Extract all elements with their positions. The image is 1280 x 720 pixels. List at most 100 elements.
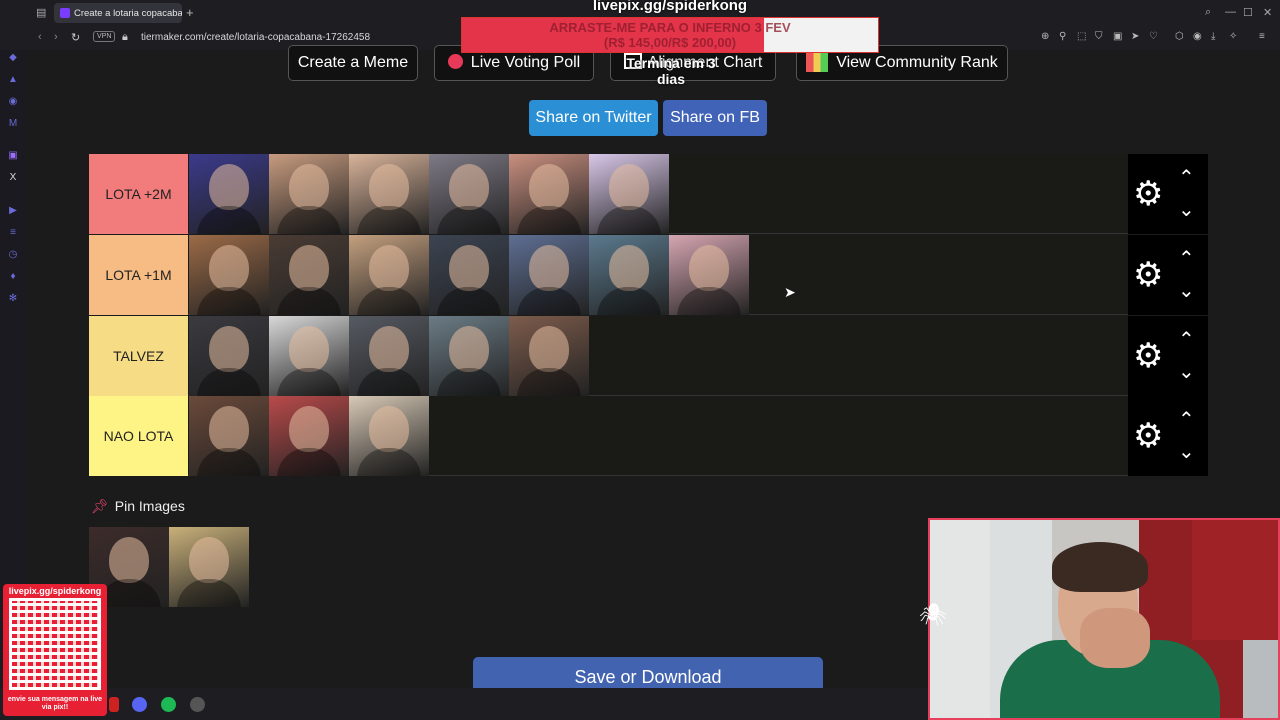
- sidebar-x-icon[interactable]: X: [7, 172, 19, 184]
- qr-code-icon: [9, 598, 101, 690]
- discord-icon[interactable]: [132, 697, 147, 712]
- tier-item-image[interactable]: [509, 235, 589, 315]
- chevron-down-icon[interactable]: ⌄: [1178, 281, 1195, 301]
- create-meme-button[interactable]: Create a Meme: [288, 45, 418, 81]
- gear-icon[interactable]: ⚙: [1133, 419, 1163, 453]
- lock-icon: 🔒︎: [122, 31, 128, 43]
- tier-item-image[interactable]: [189, 154, 269, 234]
- reload-icon[interactable]: ↻: [71, 31, 80, 44]
- goal-countdown: Termina em 3 dias: [626, 55, 716, 87]
- minimize-icon[interactable]: —: [1225, 6, 1236, 18]
- tier-item-image[interactable]: [349, 396, 429, 476]
- sidebar-player-icon[interactable]: ▶: [7, 205, 19, 217]
- tier-item-image[interactable]: [509, 154, 589, 234]
- zoom-icon[interactable]: ⊕: [1041, 31, 1049, 42]
- tier-controls: ⚙ ⌃ ⌄: [1128, 316, 1208, 396]
- vpn-badge[interactable]: VPN: [93, 31, 116, 42]
- ai-icon[interactable]: ✧: [1229, 31, 1237, 42]
- chevron-up-icon[interactable]: ⌃: [1178, 330, 1195, 350]
- tier-row: NAO LOTA ⚙ ⌃ ⌄: [89, 396, 1208, 476]
- tier-item-image[interactable]: [189, 396, 269, 476]
- chevron-up-icon[interactable]: ⌃: [1178, 168, 1195, 188]
- tier-items: [189, 154, 669, 234]
- chevron-down-icon[interactable]: ⌄: [1178, 442, 1195, 462]
- tier-item-image[interactable]: [589, 235, 669, 315]
- chevron-up-icon[interactable]: ⌃: [1178, 410, 1195, 430]
- search-icon[interactable]: ⌕: [1205, 6, 1211, 19]
- tier-item-image[interactable]: [349, 235, 429, 315]
- sidebar-bag-icon[interactable]: ▲: [7, 74, 19, 86]
- heart-icon[interactable]: ♡: [1149, 31, 1158, 42]
- gear-icon[interactable]: ⚙: [1133, 177, 1163, 211]
- chevron-down-icon[interactable]: ⌄: [1178, 362, 1195, 382]
- shield-icon[interactable]: ⛉: [1095, 31, 1103, 42]
- steam-icon[interactable]: [190, 697, 205, 712]
- pin-images: [89, 527, 249, 607]
- tier-item-image[interactable]: [169, 527, 249, 607]
- tier-item-image[interactable]: [269, 235, 349, 315]
- rank-grid-icon: [806, 50, 829, 72]
- tier-item-image[interactable]: [669, 235, 749, 315]
- tier-label[interactable]: LOTA +1M: [89, 235, 188, 315]
- sidebar-clock-icon[interactable]: ◷: [7, 249, 19, 261]
- sidebar-twitch-icon[interactable]: ▣: [7, 150, 19, 162]
- chevron-up-icon[interactable]: ⌃: [1178, 249, 1195, 269]
- workspaces-icon[interactable]: ▤: [36, 6, 46, 19]
- tier-item-image[interactable]: [589, 154, 669, 234]
- close-icon[interactable]: ✕: [1263, 6, 1272, 19]
- new-tab-button[interactable]: +: [186, 5, 194, 20]
- spotify-icon[interactable]: [161, 697, 176, 712]
- tier-controls: ⚙ ⌃ ⌄: [1128, 154, 1208, 234]
- gear-icon[interactable]: ⚙: [1133, 339, 1163, 373]
- qr-top-text: livepix.gg/spiderkong: [8, 586, 102, 596]
- forward-icon[interactable]: ›: [54, 31, 58, 43]
- tier-item-image[interactable]: [189, 235, 269, 315]
- sidebar-ai-icon[interactable]: ◆: [7, 52, 19, 64]
- share-twitter-button[interactable]: Share on Twitter: [529, 100, 658, 136]
- tier-item-image[interactable]: [429, 316, 509, 396]
- tier-item-image[interactable]: [509, 316, 589, 396]
- tier-label[interactable]: NAO LOTA: [89, 396, 188, 476]
- screenshot-icon[interactable]: ⬚: [1077, 31, 1086, 42]
- share-fb-button[interactable]: Share on FB: [663, 100, 767, 136]
- tier-item-image[interactable]: [189, 316, 269, 396]
- tier-item-image[interactable]: [349, 154, 429, 234]
- pin-page-icon[interactable]: ⚲: [1059, 31, 1066, 42]
- gear-icon[interactable]: ⚙: [1133, 258, 1163, 292]
- maximize-icon[interactable]: ☐: [1243, 6, 1253, 19]
- wallet-icon[interactable]: ▣: [1113, 31, 1122, 42]
- browser-tab[interactable]: Create a lotaria copacabana: [54, 3, 182, 23]
- menu-icon[interactable]: ≡: [1259, 31, 1265, 42]
- sidebar-pin-icon[interactable]: ♦: [7, 271, 19, 283]
- back-icon[interactable]: ‹: [38, 31, 42, 43]
- overlay-title: livepix.gg/spiderkong: [592, 0, 748, 14]
- tier-label[interactable]: LOTA +2M: [89, 154, 188, 234]
- extensions-icon[interactable]: ⬡: [1175, 31, 1184, 42]
- tier-row: LOTA +2M ⚙ ⌃ ⌄: [89, 154, 1208, 234]
- tier-row: TALVEZ ⚙ ⌃ ⌄: [89, 316, 1208, 396]
- url-field[interactable]: tiermaker.com/create/lotaria-copacabana-…: [141, 32, 370, 43]
- tier-items: [189, 396, 429, 476]
- spider-icon: 🕷︎: [919, 602, 947, 627]
- sidebar-mail-icon[interactable]: M: [7, 118, 19, 130]
- tier-item-image[interactable]: [429, 154, 509, 234]
- profile-icon[interactable]: ◉: [1193, 31, 1202, 42]
- tier-item-image[interactable]: [429, 235, 509, 315]
- tier-item-image[interactable]: [349, 316, 429, 396]
- tier-item-image[interactable]: [269, 154, 349, 234]
- tier-item-image[interactable]: [269, 396, 349, 476]
- tier-controls: ⚙ ⌃ ⌄: [1128, 235, 1208, 315]
- tier-label[interactable]: TALVEZ: [89, 316, 188, 396]
- sidebar-messenger-icon[interactable]: ◉: [7, 96, 19, 108]
- live-dot-icon: [447, 54, 463, 69]
- taskbar-app-icon[interactable]: [109, 697, 119, 712]
- chevron-down-icon[interactable]: ⌄: [1178, 200, 1195, 220]
- sidebar-settings-icon[interactable]: ✻: [7, 293, 19, 305]
- sidebar-list-icon[interactable]: ≡: [7, 227, 19, 239]
- tier-item-image[interactable]: [269, 316, 349, 396]
- download-icon[interactable]: ⤓: [1211, 31, 1215, 42]
- tab-title: Create a lotaria copacabana: [74, 8, 182, 19]
- tier-items: [189, 316, 589, 396]
- webcam-feed: [928, 518, 1280, 720]
- send-icon[interactable]: ➤: [1131, 31, 1139, 42]
